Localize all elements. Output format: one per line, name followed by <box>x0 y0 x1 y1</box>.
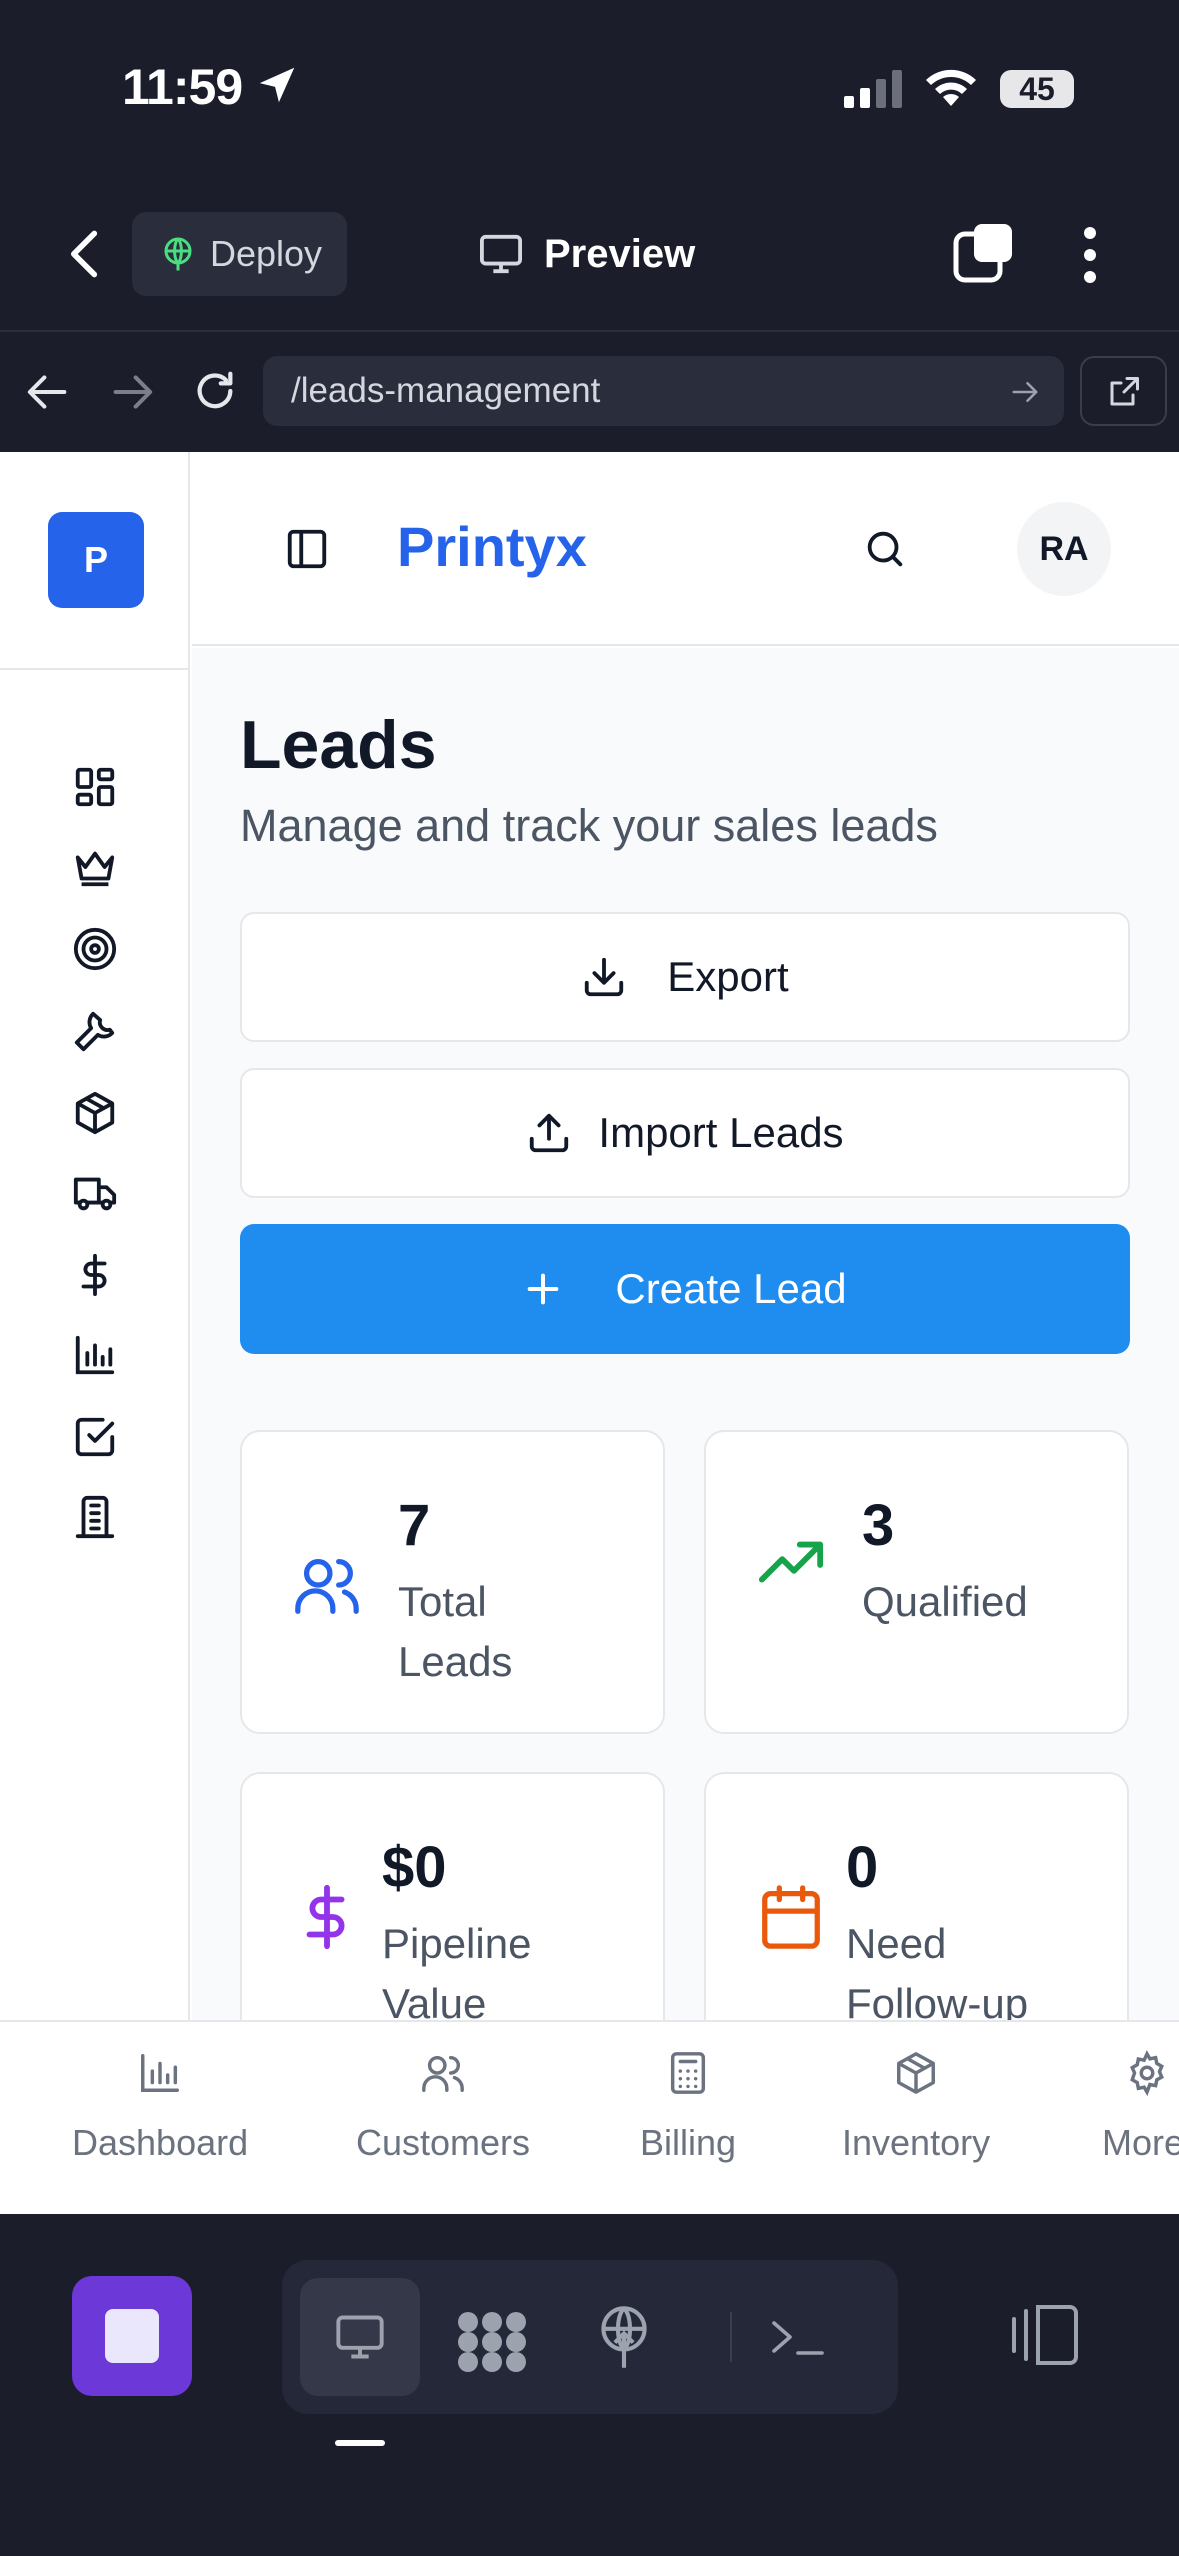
tab-label: More <box>1102 2122 1179 2163</box>
sidebar-header: P <box>0 452 190 670</box>
active-indicator <box>335 2440 385 2446</box>
stat-card-qualified[interactable]: 3 Qualified <box>704 1430 1129 1734</box>
truck-icon[interactable] <box>72 1170 118 1216</box>
tab-label: Customers <box>356 2122 531 2163</box>
dock-deploy-icon[interactable] <box>596 2306 652 2370</box>
calculator-icon <box>670 2052 706 2094</box>
target-icon[interactable] <box>72 926 118 972</box>
export-label: Export <box>667 953 789 1000</box>
tab-label: Dashboard <box>72 2122 249 2163</box>
app-logo[interactable]: P <box>48 512 144 608</box>
tab-label: Inventory <box>842 2122 991 2163</box>
dock-preview-button[interactable] <box>300 2278 420 2396</box>
site-header: Printyx RA <box>192 452 1179 646</box>
stat-label: Pipeline Value <box>382 1920 532 2027</box>
stat-value: 7 <box>398 1493 431 1558</box>
stat-label: Need Follow-up <box>846 1920 1029 2027</box>
preview-tab[interactable]: Preview <box>478 222 695 286</box>
go-arrow-icon[interactable] <box>1010 378 1040 406</box>
monitor-icon <box>336 2315 384 2359</box>
tab-label: Billing <box>640 2122 737 2163</box>
page-subtitle: Manage and track your sales leads <box>240 800 938 851</box>
tabs-switcher-icon[interactable] <box>952 222 1014 284</box>
browser-forward-icon[interactable] <box>110 372 154 412</box>
stat-value: 0 <box>846 1835 879 1900</box>
building-icon[interactable] <box>72 1494 118 1540</box>
dock-view-switcher <box>282 2260 898 2414</box>
external-link-icon <box>1110 377 1139 406</box>
more-vertical-icon[interactable] <box>1080 226 1100 284</box>
tab-dashboard[interactable]: Dashboard <box>72 2050 248 2164</box>
bottom-dock <box>0 2214 1179 2556</box>
create-lead-label: Create Lead <box>615 1265 847 1312</box>
location-arrow-icon <box>259 67 295 103</box>
cellular-signal-icon <box>844 70 902 108</box>
stat-card-total-leads[interactable]: 7 Total Leads <box>240 1430 665 1734</box>
package-icon <box>897 2052 936 2094</box>
trending-up-icon <box>758 1541 824 1583</box>
crown-icon[interactable] <box>72 844 118 890</box>
bar-chart-icon <box>141 2054 180 2092</box>
brand-name[interactable]: Printyx <box>397 514 587 579</box>
dock-divider <box>730 2312 732 2362</box>
split-view-icon[interactable] <box>1010 2302 1082 2368</box>
preview-label: Preview <box>544 231 696 276</box>
deploy-button[interactable]: Deploy <box>132 212 347 296</box>
battery-indicator: 45 <box>1000 70 1074 108</box>
tab-billing[interactable]: Billing <box>640 2050 736 2164</box>
sidebar-rail: P <box>0 452 190 2214</box>
sidebar-toggle-icon[interactable] <box>284 526 330 572</box>
webview: P Printyx RA Leads Manage and track your… <box>0 452 1179 2214</box>
stop-button[interactable] <box>72 2276 192 2396</box>
search-icon[interactable] <box>862 526 908 572</box>
wrench-icon[interactable] <box>72 1008 118 1054</box>
user-avatar[interactable]: RA <box>1017 502 1111 596</box>
dollar-icon[interactable] <box>72 1252 118 1298</box>
status-time: 11:59 <box>122 59 243 115</box>
bar-chart-icon[interactable] <box>72 1332 118 1378</box>
tab-inventory[interactable]: Inventory <box>842 2050 990 2164</box>
checkbox-icon[interactable] <box>72 1414 118 1460</box>
plus-icon <box>528 1273 559 1305</box>
stat-value: $0 <box>382 1835 447 1900</box>
wifi-icon <box>926 69 976 106</box>
import-leads-label: Import Leads <box>598 1109 844 1156</box>
import-leads-button[interactable]: Import Leads <box>240 1068 1130 1198</box>
deploy-globe-icon <box>164 237 192 271</box>
dock-plugins-icon[interactable] <box>452 2310 532 2374</box>
terminal-icon[interactable] <box>768 2312 828 2362</box>
stat-value: 3 <box>862 1493 895 1558</box>
create-lead-button[interactable]: Create Lead <box>240 1224 1130 1354</box>
open-external-button[interactable] <box>1080 356 1167 426</box>
leads-content: Leads Manage and track your sales leads … <box>192 648 1179 2214</box>
browser-back-icon[interactable] <box>26 372 70 412</box>
page-title: Leads <box>240 707 437 783</box>
package-icon[interactable] <box>72 1090 118 1136</box>
bottom-tab-bar: Dashboard Customers Billing Inventory Mo… <box>0 2020 1179 2214</box>
download-icon <box>585 957 624 997</box>
back-chevron-icon[interactable] <box>62 226 108 282</box>
deploy-label: Deploy <box>210 233 323 274</box>
reload-icon[interactable] <box>192 368 238 414</box>
stat-label: Qualified <box>862 1578 1028 1625</box>
stop-square-icon <box>105 2309 159 2363</box>
url-text: /leads-management <box>291 371 601 410</box>
upload-icon <box>530 1113 569 1153</box>
url-input[interactable]: /leads-management <box>263 356 1064 426</box>
dashboard-grid-icon[interactable] <box>72 764 118 810</box>
stat-label: Total Leads <box>398 1578 513 1685</box>
users-icon <box>295 1559 359 1614</box>
monitor-icon <box>480 234 522 274</box>
users-icon <box>422 2055 464 2092</box>
gear-icon <box>1130 2050 1164 2096</box>
export-button[interactable]: Export <box>240 912 1130 1042</box>
tab-customers[interactable]: Customers <box>356 2050 530 2164</box>
calendar-icon <box>762 1885 820 1949</box>
tab-more[interactable]: More <box>1102 2050 1179 2164</box>
dollar-icon <box>306 1884 345 1950</box>
